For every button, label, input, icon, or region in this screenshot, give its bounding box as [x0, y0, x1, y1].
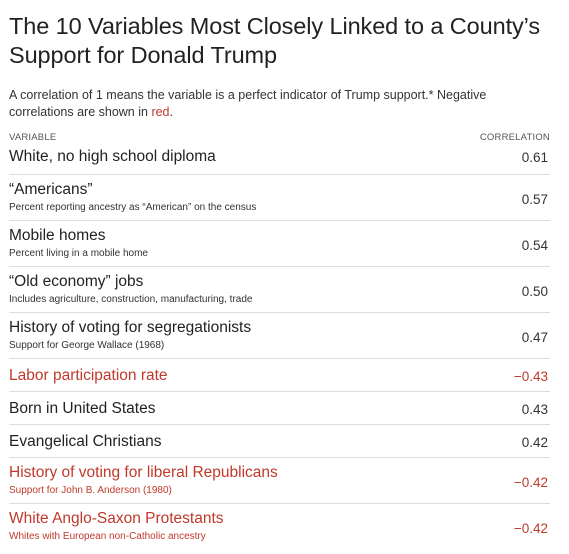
- table-row: White Anglo-Saxon Protestants Whites with…: [9, 504, 550, 550]
- row-correlation-value: 0.61: [521, 150, 548, 165]
- row-variable-label: “Old economy” jobs: [9, 273, 144, 290]
- chart-container: The 10 Variables Most Closely Linked to …: [9, 0, 550, 550]
- column-headers: VARIABLE CORRELATION: [9, 130, 550, 143]
- table-body: White, no high school diploma 0.61 “Americ…: [9, 143, 550, 550]
- table-row: “Old economy” jobs Includes agriculture, …: [9, 267, 550, 313]
- row-variable-note: Whites with European non-Catholic ancest…: [9, 531, 206, 542]
- column-header-variable: VARIABLE: [9, 132, 57, 143]
- intro-end: .: [169, 105, 173, 119]
- table-row: Mobile homes Percent living in a mobile h…: [9, 221, 550, 267]
- row-variable-label: White Anglo-Saxon Protestants: [9, 510, 224, 527]
- column-header-correlation: CORRELATION: [479, 132, 550, 143]
- intro-text: A correlation of 1 means the variable is…: [9, 87, 550, 121]
- row-correlation-value: 0.43: [521, 402, 548, 417]
- row-correlation-value: 0.57: [521, 192, 548, 207]
- row-variable-label: White, no high school diploma: [9, 148, 216, 165]
- row-variable-note: Includes agriculture, construction, manu…: [9, 294, 253, 305]
- row-variable-label: Mobile homes: [9, 227, 106, 244]
- row-correlation-value: 0.42: [521, 435, 548, 450]
- intro-main: A correlation of 1 means the variable is…: [9, 88, 487, 119]
- row-variable-label: Evangelical Christians: [9, 433, 162, 450]
- table-row: History of voting for segregationists Sup…: [9, 313, 550, 359]
- row-variable-label: “Americans”: [9, 181, 93, 198]
- chart-title: The 10 Variables Most Closely Linked to …: [9, 13, 540, 68]
- table-row: Labor participation rate −0.43: [9, 359, 550, 392]
- row-correlation-value: −0.42: [513, 475, 548, 490]
- intro-negative-word: red: [151, 105, 170, 119]
- row-variable-note: Percent reporting ancestry as “American”…: [9, 202, 257, 213]
- table-row: White, no high school diploma 0.61: [9, 143, 550, 175]
- table-row: Born in United States 0.43: [9, 392, 550, 425]
- row-variable-label: Born in United States: [9, 400, 156, 417]
- row-variable-note: Support for John B. Anderson (1980): [9, 485, 172, 496]
- row-correlation-value: −0.42: [513, 521, 548, 536]
- row-correlation-value: −0.43: [513, 369, 548, 384]
- row-variable-label: Labor participation rate: [9, 367, 168, 384]
- row-variable-note: Support for George Wallace (1968): [9, 340, 165, 351]
- table-row: Evangelical Christians 0.42: [9, 425, 550, 458]
- row-variable-note: Percent living in a mobile home: [9, 248, 148, 259]
- row-correlation-value: 0.47: [521, 330, 548, 345]
- table-row: “Americans” Percent reporting ancestry as…: [9, 175, 550, 221]
- row-correlation-value: 0.50: [521, 284, 548, 299]
- table-row: History of voting for liberal Republican…: [9, 458, 550, 504]
- row-variable-label: History of voting for liberal Republican…: [9, 464, 278, 481]
- row-correlation-value: 0.54: [521, 238, 548, 253]
- row-variable-label: History of voting for segregationists: [9, 319, 252, 336]
